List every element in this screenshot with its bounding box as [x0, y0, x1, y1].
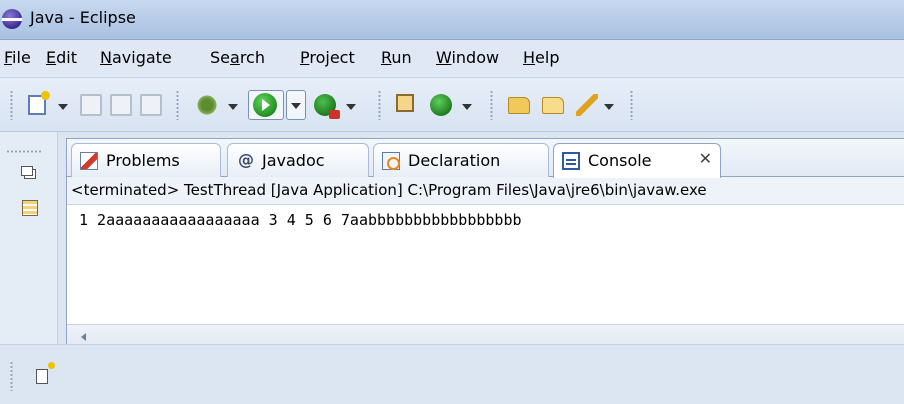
javadoc-icon: @ — [238, 150, 254, 169]
menu-bar: File Edit Navigate Search Project Run Wi… — [0, 40, 904, 78]
run-dropdown-button[interactable] — [286, 90, 306, 120]
left-trim-stack — [0, 132, 58, 344]
open-type-icon[interactable] — [508, 97, 530, 114]
trim-grip[interactable] — [6, 150, 42, 153]
toolbar-grip[interactable] — [10, 90, 13, 120]
menu-help[interactable]: Help — [523, 48, 559, 67]
tab-declaration[interactable]: Declaration — [373, 143, 549, 177]
tab-label: Declaration — [408, 151, 501, 170]
problems-icon — [80, 152, 98, 170]
debug-icon[interactable] — [196, 94, 218, 116]
new-java-package-icon[interactable] — [396, 94, 414, 112]
menu-search[interactable]: Search — [210, 48, 265, 67]
open-task-icon[interactable] — [542, 97, 564, 114]
view-tab-bar: Problems @ Javadoc Declaration Console ✕ — [67, 139, 904, 178]
menu-file[interactable]: File — [4, 48, 31, 67]
tab-problems[interactable]: Problems — [71, 143, 221, 177]
run-dropdown-arrow — [291, 103, 301, 109]
save-icon — [80, 94, 102, 116]
external-tools-icon[interactable] — [314, 94, 340, 119]
save-all-icon — [110, 94, 132, 116]
tab-label: Javadoc — [262, 151, 325, 170]
tab-label: Console — [588, 151, 652, 170]
debug-dropdown-arrow[interactable] — [228, 104, 238, 110]
console-output-text[interactable]: 1 2aaaaaaaaaaaaaaaaa 3 4 5 6 7aabbbbbbbb… — [67, 211, 904, 237]
console-status-line: <terminated> TestThread [Java Applicatio… — [67, 177, 904, 205]
menu-project[interactable]: Project — [300, 48, 355, 67]
toolbar-grip[interactable] — [176, 90, 179, 120]
menu-run[interactable]: Run — [381, 48, 412, 67]
console-view: Problems @ Javadoc Declaration Console ✕… — [66, 138, 904, 349]
package-explorer-icon[interactable] — [22, 200, 38, 216]
print-icon — [140, 94, 162, 116]
eclipse-icon — [2, 9, 22, 29]
window-title: Java - Eclipse — [30, 8, 136, 27]
tab-javadoc[interactable]: @ Javadoc — [227, 143, 369, 177]
trim-grip[interactable] — [10, 361, 13, 391]
bottom-trim-bar — [0, 344, 904, 404]
search-dropdown-arrow[interactable] — [604, 104, 614, 110]
menu-window[interactable]: Window — [436, 48, 499, 67]
tab-label: Problems — [106, 151, 180, 170]
window-titlebar: Java - Eclipse — [0, 0, 904, 40]
new-java-class-icon[interactable] — [430, 94, 452, 116]
search-icon[interactable] — [576, 94, 598, 116]
new-wizard-icon[interactable] — [28, 91, 50, 115]
scroll-left-arrow-icon[interactable] — [81, 333, 86, 341]
declaration-icon — [382, 152, 400, 170]
new-class-dropdown-arrow[interactable] — [462, 104, 472, 110]
run-icon — [253, 93, 277, 117]
restore-icon[interactable] — [21, 166, 36, 179]
run-button[interactable] — [248, 90, 284, 120]
toolbar-grip[interactable] — [378, 90, 381, 120]
main-toolbar — [0, 78, 904, 132]
external-tools-dropdown-arrow[interactable] — [346, 104, 356, 110]
menu-navigate[interactable]: Navigate — [100, 48, 172, 67]
fast-view-icon[interactable] — [36, 362, 55, 384]
close-icon[interactable]: ✕ — [699, 149, 712, 168]
console-icon — [562, 152, 580, 170]
toolbar-grip[interactable] — [490, 90, 493, 120]
toolbar-grip[interactable] — [630, 90, 633, 120]
new-dropdown-arrow[interactable] — [58, 104, 68, 110]
tab-console[interactable]: Console ✕ — [553, 143, 721, 178]
menu-edit[interactable]: Edit — [46, 48, 77, 67]
